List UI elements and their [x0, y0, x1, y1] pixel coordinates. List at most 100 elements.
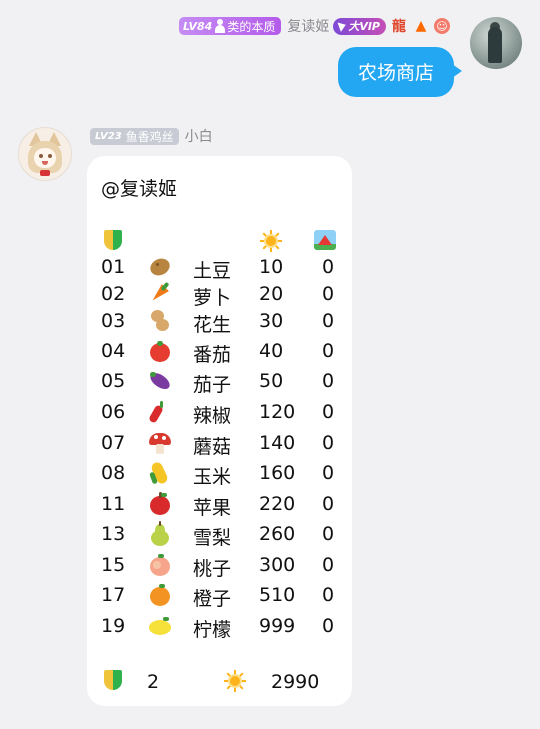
- item-number: 01: [101, 256, 126, 278]
- item-price: 510: [259, 584, 296, 606]
- shop-row: 11 苹果 220 0: [87, 490, 352, 519]
- chili-icon: [147, 399, 173, 425]
- apple-icon: [147, 491, 173, 517]
- sender-avatar[interactable]: [18, 127, 72, 181]
- incoming-message-bubble[interactable]: @复读姬 01 土豆 10 0 02 萝卜 20 0 03 花生 30 0 04 番茄 40 0 05 茄子 50 0…: [87, 156, 352, 706]
- item-number: 11: [101, 493, 126, 515]
- shop-row: 04 番茄 40 0: [87, 337, 352, 366]
- level-text: LV84: [182, 19, 213, 33]
- item-number: 08: [101, 462, 126, 484]
- carrot-icon: [147, 281, 173, 307]
- item-price: 220: [259, 493, 296, 515]
- item-count: 0: [322, 584, 335, 606]
- peanut-icon: [147, 308, 173, 334]
- shop-row: 07 蘑菇 140 0: [87, 429, 352, 458]
- item-price: 999: [259, 615, 296, 637]
- peach-icon: [147, 552, 173, 578]
- sun-icon: [224, 670, 246, 697]
- item-price: 40: [259, 340, 284, 362]
- beginner-icon: [104, 670, 122, 697]
- shop-row: 02 萝卜 20 0: [87, 280, 352, 309]
- shop-row: 03 花生 30 0: [87, 307, 352, 336]
- item-count: 0: [322, 401, 335, 423]
- item-name: 玉米: [193, 466, 232, 488]
- item-name: 辣椒: [193, 405, 232, 427]
- shop-row: 01 土豆 10 0: [87, 253, 352, 282]
- orange-icon: [147, 582, 173, 608]
- level-value: 2: [147, 671, 160, 693]
- corn-icon: [147, 460, 173, 486]
- item-count: 0: [322, 310, 335, 332]
- item-count: 0: [322, 615, 335, 637]
- level-badge[interactable]: LV23 鱼香鸡丝: [90, 127, 179, 145]
- item-number: 03: [101, 310, 126, 332]
- sun-icon: [260, 230, 282, 252]
- item-price: 300: [259, 554, 296, 576]
- item-count: 0: [322, 370, 335, 392]
- mention-text[interactable]: @复读姬: [101, 174, 177, 201]
- item-name: 茄子: [193, 374, 232, 396]
- item-number: 17: [101, 584, 126, 606]
- item-count: 0: [322, 432, 335, 454]
- sender-name[interactable]: 小白: [185, 126, 213, 146]
- sun-value: 2990: [271, 671, 320, 693]
- item-name: 桃子: [193, 558, 232, 580]
- vip-label: 大VIP: [348, 20, 380, 33]
- pear-icon: [147, 521, 173, 547]
- level-title: 类的本质: [227, 19, 276, 34]
- item-count: 0: [322, 523, 335, 545]
- item-name: 花生: [193, 314, 232, 336]
- item-price: 10: [259, 256, 284, 278]
- item-number: 04: [101, 340, 126, 362]
- item-name: 土豆: [193, 260, 232, 282]
- item-price: 260: [259, 523, 296, 545]
- shop-row: 13 雪梨 260 0: [87, 520, 352, 549]
- item-count: 0: [322, 462, 335, 484]
- item-name: 苹果: [193, 497, 232, 519]
- message-text: 农场商店: [357, 62, 434, 84]
- item-name: 蘑菇: [193, 436, 232, 458]
- item-name: 橙子: [193, 588, 232, 610]
- outgoing-message-bubble[interactable]: 农场商店: [337, 47, 463, 97]
- camping-icon: [314, 230, 336, 250]
- item-number: 05: [101, 370, 126, 392]
- level-badge[interactable]: LV84 类的本质: [178, 17, 282, 35]
- item-price: 140: [259, 432, 296, 454]
- item-number: 19: [101, 615, 126, 637]
- shop-row: 15 桃子 300 0: [87, 551, 352, 580]
- lemon-icon: [147, 613, 173, 639]
- item-price: 20: [259, 283, 284, 305]
- item-price: 50: [259, 370, 284, 392]
- outgoing-sender-header: LV84 类的本质 复读姬 大VIP 龍 ▲ ☺: [178, 15, 450, 37]
- item-count: 0: [322, 493, 335, 515]
- level-title: 鱼香鸡丝: [125, 129, 174, 144]
- item-name: 雪梨: [193, 527, 232, 549]
- fire-icon[interactable]: ▲: [412, 17, 430, 35]
- own-avatar[interactable]: [470, 17, 522, 69]
- sender-name[interactable]: 复读姬: [287, 16, 329, 36]
- item-number: 07: [101, 432, 126, 454]
- wing-icon: [337, 20, 348, 32]
- shop-row: 08 玉米 160 0: [87, 459, 352, 488]
- potato-icon: [147, 254, 173, 280]
- item-count: 0: [322, 340, 335, 362]
- item-price: 160: [259, 462, 296, 484]
- vip-badge[interactable]: 大VIP: [333, 17, 386, 35]
- item-name: 番茄: [193, 344, 232, 366]
- shop-row: 19 柠檬 999 0: [87, 612, 352, 641]
- item-price: 30: [259, 310, 284, 332]
- item-number: 02: [101, 283, 126, 305]
- item-number: 13: [101, 523, 126, 545]
- summary-row: 2 2990: [87, 668, 352, 696]
- item-count: 0: [322, 256, 335, 278]
- smiley-icon[interactable]: ☺: [434, 18, 450, 34]
- shop-row: 06 辣椒 120 0: [87, 398, 352, 427]
- dragon-icon[interactable]: 龍: [390, 17, 408, 35]
- item-count: 0: [322, 554, 335, 576]
- item-price: 120: [259, 401, 296, 423]
- item-number: 15: [101, 554, 126, 576]
- shop-row: 17 橙子 510 0: [87, 581, 352, 610]
- level-text: LV23: [95, 130, 122, 142]
- tomato-icon: [147, 338, 173, 364]
- item-number: 06: [101, 401, 126, 423]
